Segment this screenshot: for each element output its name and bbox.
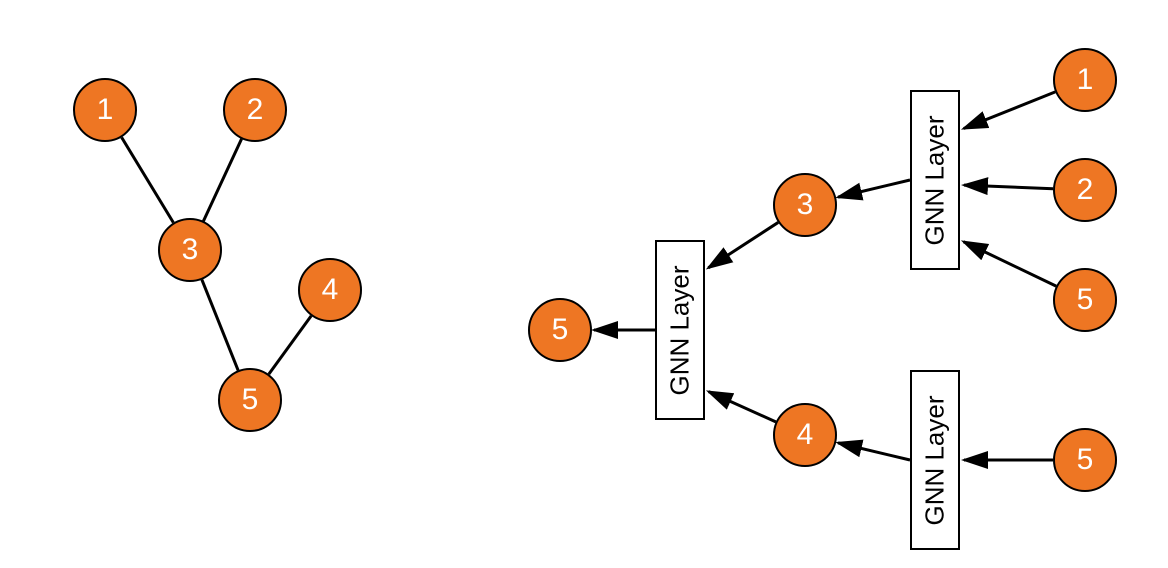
diagram-canvas: 1 2 3 4 5 5 GNN Layer 3 4 GNN Layer GNN Layer 1 2 5 5: [0, 0, 1168, 568]
gnn-layer-top-block: GNN Layer: [910, 90, 960, 270]
left-node-3: 3: [158, 218, 222, 282]
right-root-node-label: 5: [552, 313, 569, 347]
left-node-4: 4: [298, 258, 362, 322]
right-mid-node-3-label: 3: [797, 188, 814, 222]
right-root-node: 5: [528, 298, 592, 362]
right-leaf-node-5-l3: 5: [1053, 268, 1117, 332]
right-mid-node-3: 3: [773, 173, 837, 237]
right-leaf-node-2-l2-label: 2: [1077, 173, 1094, 207]
right-mid-node-4: 4: [773, 403, 837, 467]
right-mid-node-4-label: 4: [797, 418, 814, 452]
gnn-layer-mid-block-label: GNN Layer: [665, 265, 696, 395]
right-leaf-node-5-l4-label: 5: [1077, 443, 1094, 477]
gnn-layer-bot-block-label: GNN Layer: [920, 395, 951, 525]
left-node-4-label: 4: [322, 273, 339, 307]
right-leaf-node-2-l2: 2: [1053, 158, 1117, 222]
left-node-1-label: 1: [97, 93, 114, 127]
right-leaf-node-5-l4: 5: [1053, 428, 1117, 492]
gnn-layer-bot-block: GNN Layer: [910, 370, 960, 550]
edges-layer: [0, 0, 1168, 568]
left-node-5: 5: [218, 368, 282, 432]
right-leaf-node-5-l3-label: 5: [1077, 283, 1094, 317]
left-node-2: 2: [223, 78, 287, 142]
right-leaf-node-1-l1: 1: [1053, 48, 1117, 112]
gnn-layer-mid-block: GNN Layer: [655, 240, 705, 420]
left-node-3-label: 3: [182, 233, 199, 267]
left-node-5-label: 5: [242, 383, 259, 417]
gnn-layer-top-block-label: GNN Layer: [920, 115, 951, 245]
right-leaf-node-1-l1-label: 1: [1077, 63, 1094, 97]
left-node-1: 1: [73, 78, 137, 142]
left-node-2-label: 2: [247, 93, 264, 127]
